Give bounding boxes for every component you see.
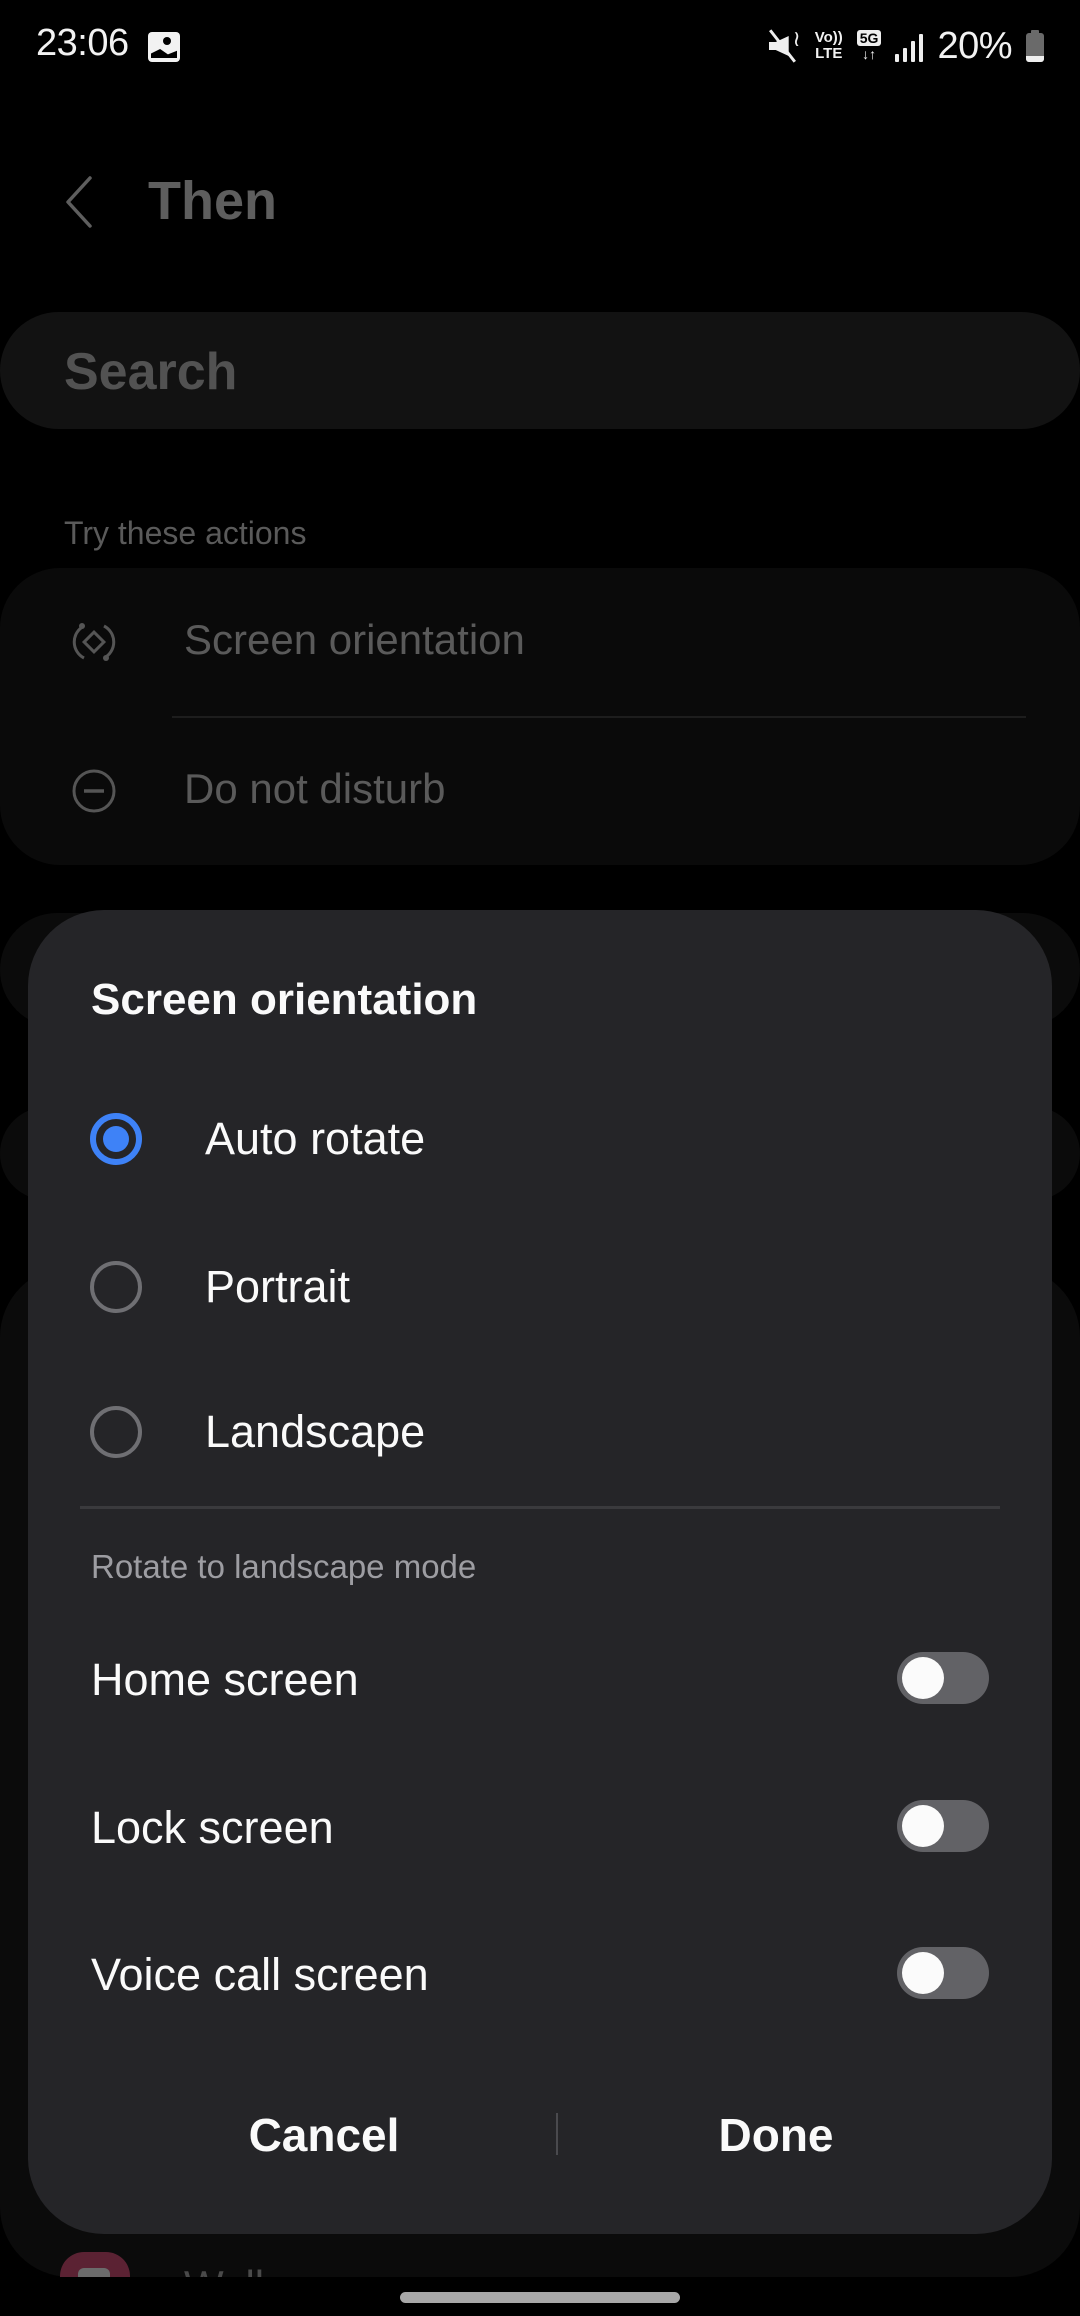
action-label: Screen orientation	[184, 616, 525, 663]
toggle-label: Voice call screen	[91, 1949, 429, 2000]
option-label: Landscape	[205, 1406, 426, 1457]
back-arrow-icon[interactable]	[60, 172, 100, 232]
do-not-disturb-icon	[72, 769, 116, 813]
search-placeholder: Search	[64, 343, 238, 401]
radio-button[interactable]	[90, 1406, 142, 1458]
mute-icon: ≀	[767, 28, 801, 64]
actions-card: Screen orientation Do not disturb	[0, 568, 1080, 865]
option-label: Portrait	[205, 1261, 351, 1312]
voice-call-screen-toggle[interactable]	[897, 1947, 989, 1999]
option-landscape[interactable]: Landscape	[28, 1362, 1052, 1502]
lte-text: LTE	[815, 45, 843, 62]
toggle-label: Lock screen	[91, 1802, 334, 1853]
home-gesture-handle[interactable]	[400, 2292, 680, 2303]
lock-screen-toggle[interactable]	[897, 1800, 989, 1852]
gallery-icon	[148, 32, 180, 62]
signal-icon	[895, 30, 924, 62]
toggle-row-lock-screen[interactable]: Lock screen	[28, 1756, 1052, 1896]
status-bar: 23:06 ≀ Vo)) LTE 5G ↓↑ 20%	[0, 0, 1080, 92]
done-button[interactable]: Done	[556, 2080, 996, 2190]
data-arrows: ↓↑	[862, 46, 877, 62]
screen-orientation-dialog: Screen orientation Auto rotate Portrait …	[28, 910, 1052, 2234]
screen-rotation-icon	[72, 623, 116, 661]
battery-percent: 20%	[937, 24, 1012, 67]
option-label: Auto rotate	[205, 1113, 426, 1164]
battery-icon	[1026, 30, 1044, 62]
toggle-row-home-screen[interactable]: Home screen	[28, 1608, 1052, 1748]
toggle-knob	[902, 1657, 944, 1699]
cancel-button[interactable]: Cancel	[104, 2080, 544, 2190]
page-title: Then	[148, 171, 277, 231]
dialog-buttons: Cancel Done	[28, 2080, 1052, 2190]
volte-text: Vo))	[814, 29, 843, 46]
toggle-label: Home screen	[91, 1654, 359, 1705]
radio-button[interactable]	[90, 1261, 142, 1313]
action-item-do-not-disturb[interactable]: Do not disturb	[0, 717, 1080, 865]
toggle-knob	[902, 1805, 944, 1847]
navigation-bar	[0, 2277, 1080, 2316]
dialog-title: Screen orientation	[91, 975, 478, 1024]
action-item-screen-orientation[interactable]: Screen orientation	[0, 568, 1080, 716]
home-screen-toggle[interactable]	[897, 1652, 989, 1704]
search-input[interactable]: Search	[0, 312, 1080, 429]
option-auto-rotate[interactable]: Auto rotate	[28, 1069, 1052, 1209]
5g-data-icon: 5G ↓↑	[856, 30, 882, 62]
network-type: 5G	[856, 30, 882, 46]
section-label: Try these actions	[64, 515, 307, 551]
radio-button[interactable]	[90, 1113, 142, 1165]
section-subheading: Rotate to landscape mode	[91, 1548, 477, 1585]
action-label: Do not disturb	[184, 765, 446, 812]
volte-lte-icon: Vo)) LTE	[815, 30, 843, 62]
option-portrait[interactable]: Portrait	[28, 1217, 1052, 1357]
toggle-row-voice-call-screen[interactable]: Voice call screen	[28, 1903, 1052, 2043]
toggle-knob	[902, 1952, 944, 1994]
clock: 23:06	[36, 22, 129, 64]
divider	[80, 1506, 1000, 1509]
